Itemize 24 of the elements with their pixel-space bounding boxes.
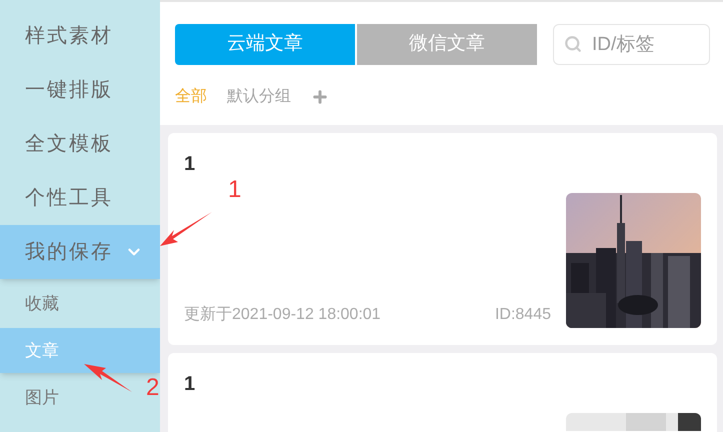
search-field[interactable]: ID/标签 (553, 24, 710, 65)
add-icon[interactable] (311, 88, 329, 106)
article-id: ID:8445 (494, 305, 551, 325)
annotation-arrow (82, 362, 134, 394)
updated-time: 更新于2021-09-12 18:00:01 (184, 304, 381, 325)
article-title: 1 (184, 152, 196, 177)
sidebar-item[interactable]: 我的保存 (0, 225, 160, 279)
sidebar-subitem[interactable]: 文章 (0, 328, 160, 373)
group-filter[interactable]: 全部 (175, 85, 207, 109)
sidebar-item[interactable]: 样式素材 (0, 9, 160, 63)
tab[interactable]: 云端文章 (175, 24, 355, 65)
sidebar-subitem[interactable]: 收藏 (25, 290, 59, 316)
group-filter[interactable]: 默认分组 (227, 85, 291, 109)
sidebar-item[interactable]: 全文模板 (0, 117, 160, 171)
annotation-number: 1 (228, 175, 242, 205)
sidebar-item[interactable]: 一键排版 (0, 63, 160, 117)
annotation-arrow (158, 210, 214, 248)
search-icon (564, 35, 582, 53)
sidebar-subitem[interactable]: 图片 (25, 384, 59, 410)
sidebar-item[interactable]: 个性工具 (0, 171, 160, 225)
article-card[interactable]: 1 (168, 353, 717, 432)
annotation-number: 2 (146, 373, 160, 403)
article-title: 1 (184, 372, 196, 397)
tab[interactable]: 微信文章 (357, 24, 537, 65)
